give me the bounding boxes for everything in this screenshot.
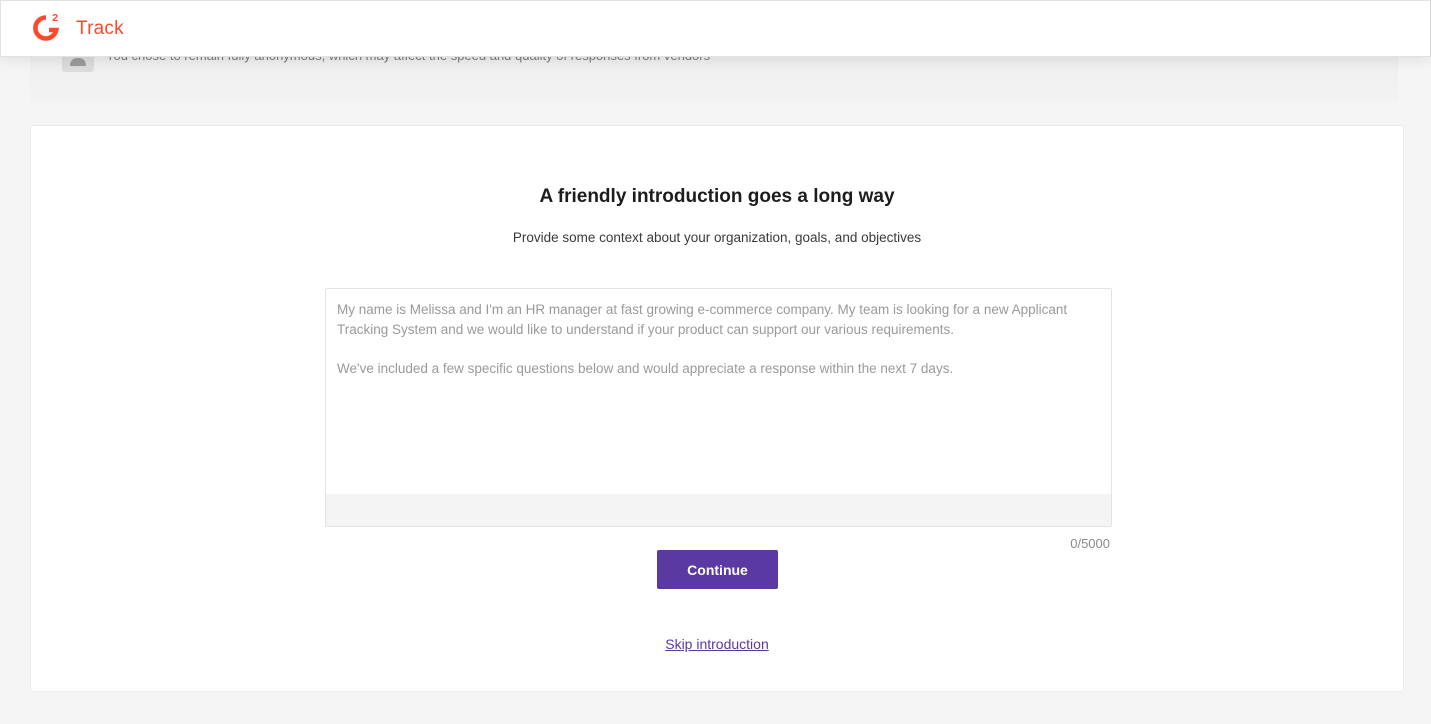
brand-name[interactable]: Track	[76, 18, 124, 40]
page-title: A friendly introduction goes a long way	[539, 186, 895, 207]
page-subtitle: Provide some context about your organiza…	[512, 230, 922, 245]
top-navigation-bar: 2 Track	[0, 0, 1431, 57]
g2-logo-icon[interactable]: 2	[31, 12, 63, 44]
logo-superscript: 2	[52, 12, 58, 24]
continue-button[interactable]: Continue	[657, 550, 778, 589]
skip-introduction-link: Skip introduction	[31, 636, 1403, 652]
editor-toolbar	[326, 494, 1111, 526]
skip-introduction-link-text[interactable]: Skip introduction	[665, 636, 769, 652]
introduction-card: A friendly introduction goes a long way …	[30, 125, 1404, 692]
introduction-textarea[interactable]	[326, 289, 1111, 494]
introduction-editor	[325, 288, 1112, 527]
character-counter: 0/5000	[1070, 536, 1110, 551]
